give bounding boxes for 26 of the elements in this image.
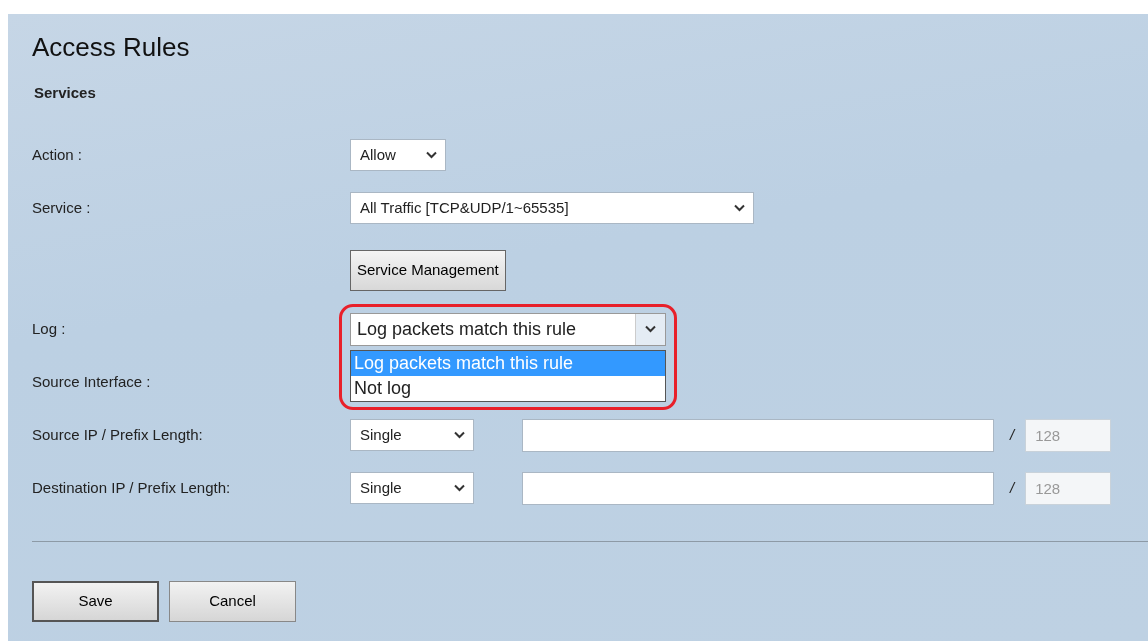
- chevron-icon: [645, 325, 656, 334]
- dropdown-option[interactable]: Not log: [351, 375, 665, 401]
- dropdown[interactable]: Log packets match this rule: [350, 312, 666, 346]
- dropdown[interactable]: Single: [350, 472, 474, 505]
- field-label: Log :: [32, 318, 67, 339]
- service-management-button[interactable]: Service Management: [350, 250, 506, 292]
- chevron-icon: [426, 151, 437, 160]
- chevron-icon: [454, 431, 465, 440]
- separator-text: /: [1010, 424, 1015, 445]
- dropdown[interactable]: Allow: [350, 139, 446, 172]
- page-title: Access Rules: [32, 32, 191, 64]
- section-heading: Services: [34, 83, 97, 104]
- field-label: Destination IP / Prefix Length:: [32, 477, 232, 498]
- field-label: Service :: [32, 197, 92, 218]
- chevron-icon: [454, 484, 465, 493]
- chevron-icon: [734, 204, 745, 213]
- field-label: Action :: [32, 144, 84, 165]
- field-label: Source Interface :: [32, 371, 152, 392]
- save-button[interactable]: Save: [32, 580, 159, 622]
- cancel-button[interactable]: Cancel: [169, 580, 296, 622]
- ip-address-field[interactable]: [522, 418, 994, 452]
- field-label: Source IP / Prefix Length:: [32, 424, 204, 445]
- separator-text: /: [1010, 477, 1015, 498]
- dropdown[interactable]: All Traffic [TCP&UDP/1~65535]: [350, 192, 754, 225]
- ip-address-field[interactable]: [522, 471, 994, 505]
- dropdown[interactable]: Single: [350, 419, 474, 452]
